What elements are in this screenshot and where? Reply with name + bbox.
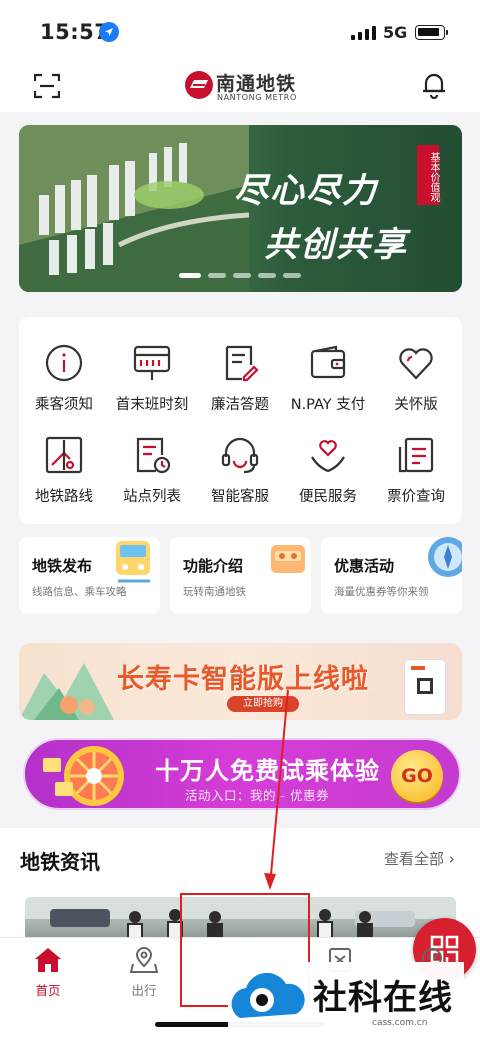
location-arrow-icon <box>99 22 119 42</box>
grid-label: N.PAY 支付 <box>290 397 366 413</box>
feature-card-metro-news[interactable]: 地铁发布 线路信息、乘车攻略 <box>19 537 160 614</box>
go-button[interactable]: GO <box>391 750 443 802</box>
toolbox-illustration-icon <box>271 545 305 573</box>
buy-now-button[interactable]: 立即抢购 <box>227 696 299 712</box>
grid-label: 票价查询 <box>387 489 445 505</box>
grid-label: 地铁路线 <box>35 489 93 505</box>
grid-item-timetable[interactable]: 首末班时刻 <box>107 343 197 414</box>
grid-label: 便民服务 <box>299 489 357 505</box>
service-icon <box>311 440 345 473</box>
logo-text: 南通地铁 <box>216 73 297 95</box>
carousel-dot[interactable] <box>208 273 226 278</box>
carousel-dot[interactable] <box>233 273 251 278</box>
heart-icon <box>399 348 433 380</box>
tab-label: 首页 <box>35 983 61 998</box>
signal-icon <box>351 25 377 44</box>
nantong-metro-logo: 南通地铁 NANTONG METRO <box>184 69 300 105</box>
grid-label: 乘客须知 <box>35 397 93 413</box>
feature-card-intro[interactable]: 功能介绍 玩转南通地铁 <box>170 537 311 614</box>
carousel-dot[interactable] <box>283 273 301 278</box>
headset-icon <box>221 437 259 474</box>
feature-subtitle: 玩转南通地铁 <box>183 586 246 598</box>
feature-title: 功能介绍 <box>183 557 244 575</box>
hero-banner[interactable]: 尽心尽力 共创共享 基本价值观 <box>19 125 462 292</box>
train-illustration-icon <box>116 541 150 583</box>
bell-icon[interactable] <box>420 71 448 103</box>
grid-item-integrity-quiz[interactable]: 廉洁答题 <box>195 343 285 414</box>
grid-item-fare-query[interactable]: 票价查询 <box>371 435 461 506</box>
scan-icon[interactable] <box>33 73 61 103</box>
compass-illustration-icon <box>428 537 462 577</box>
app-header: 南通地铁 NANTONG METRO <box>0 60 480 112</box>
watermark: 社科在线 cass.com.cn <box>228 962 464 1034</box>
network-label: 5G <box>383 23 408 42</box>
promo-subtitle: 活动入口：我的 - 优惠券 <box>185 788 329 803</box>
grid-item-station-list[interactable]: 站点列表 <box>107 435 197 506</box>
feature-title: 优惠活动 <box>334 557 395 575</box>
map-pin-icon <box>129 947 159 973</box>
grid-item-passenger-notice[interactable]: 乘客须知 <box>19 343 109 414</box>
quiz-icon <box>225 345 259 382</box>
view-all-link[interactable]: 查看全部 › <box>384 848 455 869</box>
battery-tip <box>446 30 448 35</box>
banner-seal: 基本价值观 <box>417 145 439 205</box>
metro-logo-icon <box>184 70 214 104</box>
battery-icon <box>415 25 445 40</box>
fare-icon <box>398 437 434 473</box>
tab-label: 出行 <box>131 983 157 998</box>
station-list-icon <box>136 437 171 474</box>
wallet-icon <box>310 345 346 379</box>
grid-item-convenience[interactable]: 便民服务 <box>283 435 373 506</box>
carousel-dot[interactable] <box>258 273 276 278</box>
card-illustration <box>404 659 446 715</box>
status-bar: 15:57 5G <box>0 0 480 60</box>
grid-label: 首末班时刻 <box>115 397 189 413</box>
feature-subtitle: 海量优惠券等你来领 <box>334 586 429 598</box>
banner-headline-1: 尽心尽力 <box>234 171 378 211</box>
feature-card-promotions[interactable]: 优惠活动 海量优惠券等你来领 <box>321 537 462 614</box>
qr-code-icon <box>411 666 433 694</box>
tab-home[interactable]: 首页 <box>13 946 83 999</box>
carousel-indicator[interactable] <box>179 273 301 278</box>
feature-title: 地铁发布 <box>32 557 93 575</box>
timetable-icon <box>133 345 171 380</box>
logo-subtext: NANTONG METRO <box>217 93 297 102</box>
grid-label: 廉洁答题 <box>211 397 269 413</box>
promo-title: 十万人免费试乘体验 <box>155 757 380 785</box>
grid-label: 站点列表 <box>123 489 181 505</box>
grid-item-care-mode[interactable]: 关怀版 <box>371 343 461 414</box>
promo-banner-free-ride[interactable]: 十万人免费试乘体验 活动入口：我的 - 优惠券 GO <box>23 738 461 810</box>
carousel-dot[interactable] <box>179 273 201 278</box>
mountain-illustration-icon <box>19 663 114 720</box>
promo-banner-longevity-card[interactable]: 长寿卡智能版上线啦 立即抢购 <box>19 643 462 720</box>
grid-label: 智能客服 <box>211 489 269 505</box>
route-icon <box>45 436 83 474</box>
info-icon <box>45 344 83 382</box>
prize-wheel-icon <box>43 746 124 806</box>
cloud-logo-icon <box>231 972 305 1018</box>
section-title: 地铁资讯 <box>20 850 100 874</box>
home-icon <box>35 948 61 972</box>
grid-item-npay[interactable]: N.PAY 支付 <box>283 343 373 414</box>
quick-access-grid: 乘客须知 首末班时刻 廉洁答题 N.PAY 支付 关怀版 地铁路线 站点列表 智… <box>19 317 462 524</box>
promo-title: 长寿卡智能版上线啦 <box>117 664 369 695</box>
city-aerial-image <box>19 125 249 292</box>
banner-headline-2: 共创共享 <box>264 225 408 265</box>
grid-item-smart-service[interactable]: 智能客服 <box>195 435 285 506</box>
watermark-url: cass.com.cn <box>372 1018 428 1028</box>
grid-label: 关怀版 <box>394 397 438 413</box>
grid-item-metro-route[interactable]: 地铁路线 <box>19 435 109 506</box>
tab-travel[interactable]: 出行 <box>109 946 179 999</box>
watermark-text: 社科在线 <box>313 978 453 1018</box>
